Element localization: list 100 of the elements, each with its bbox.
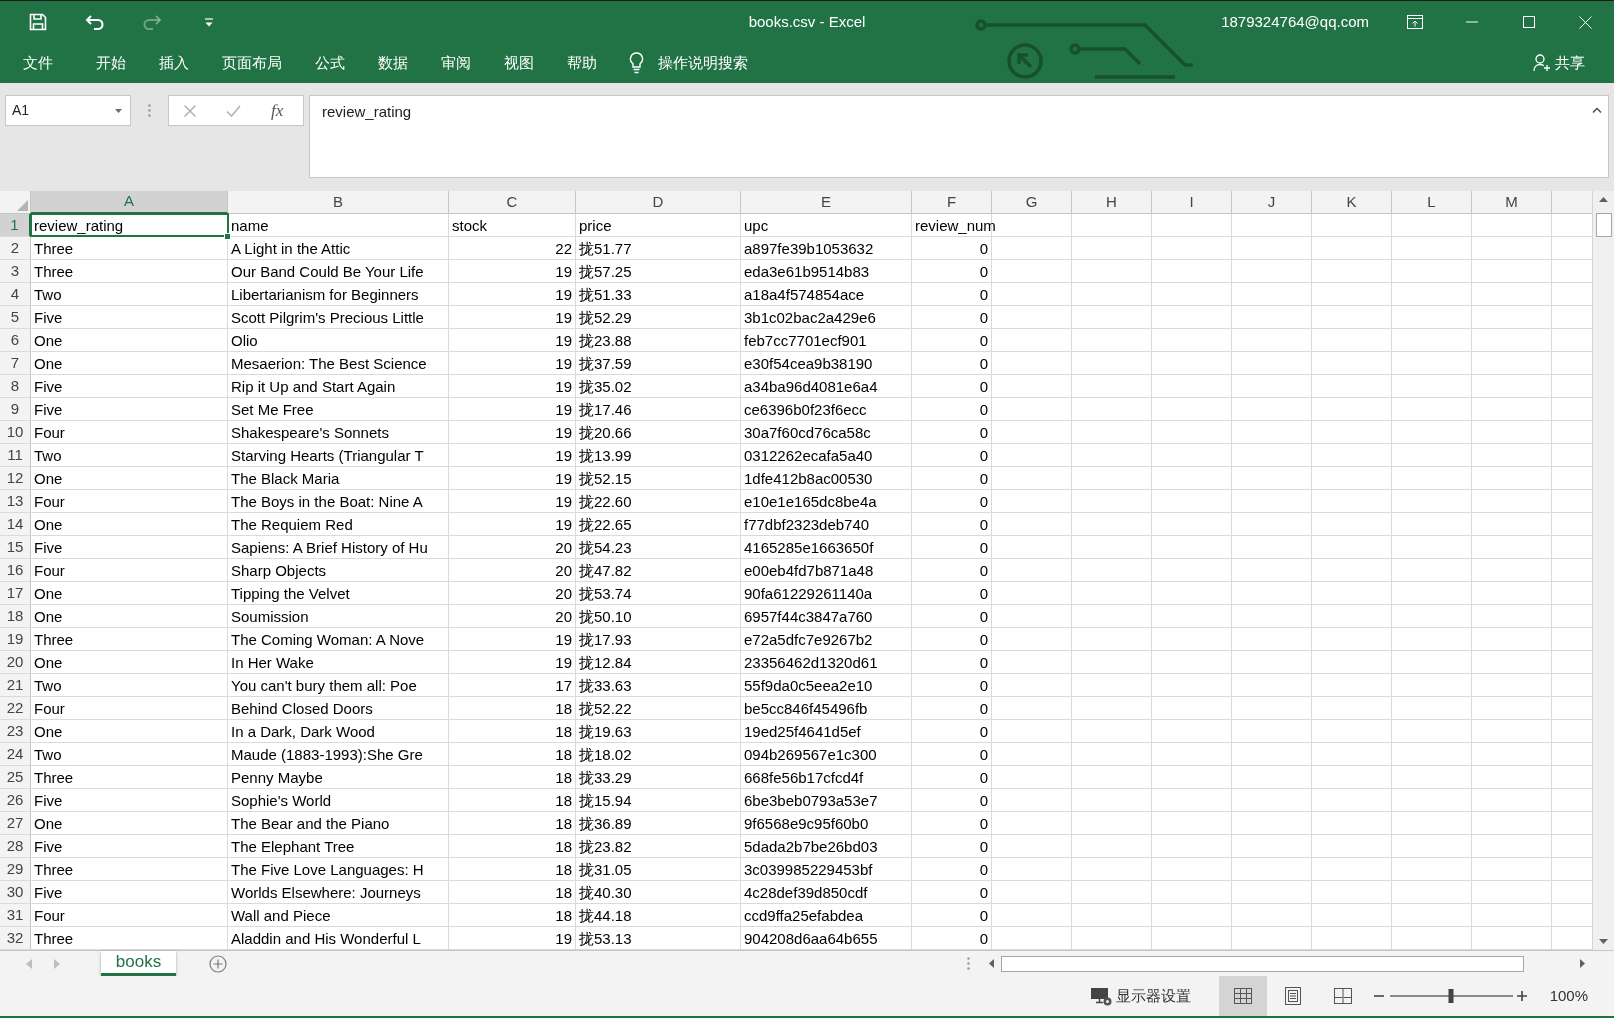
ribbon-tab[interactable]: 帮助	[550, 43, 613, 83]
row-header[interactable]: 13	[0, 490, 31, 512]
ribbon-tab[interactable]: 审阅	[424, 43, 487, 83]
cell-text: 6957f44c3847a760	[744, 608, 873, 624]
chevron-up-icon[interactable]	[1592, 107, 1602, 113]
row-header[interactable]: 29	[0, 858, 31, 880]
scrollbar-thumb[interactable]	[1001, 955, 1524, 972]
insert-function-button[interactable]: fx	[271, 102, 284, 119]
column-header[interactable]: G	[992, 191, 1072, 214]
save-icon[interactable]	[28, 13, 47, 31]
column-header[interactable]: E	[741, 191, 912, 214]
column-header[interactable]: B	[228, 191, 449, 214]
share-button[interactable]: 共享	[1533, 43, 1585, 83]
ribbon-tab[interactable]: 公式	[298, 43, 361, 83]
row-header[interactable]: 17	[0, 582, 31, 604]
ribbon-tab[interactable]: 视图	[487, 43, 550, 83]
display-settings-button[interactable]: 显示器设置	[1089, 976, 1191, 1016]
row-header[interactable]: 11	[0, 444, 31, 466]
account-name[interactable]: 1879324764@qq.com	[1221, 10, 1369, 34]
column-header[interactable]: A	[31, 191, 228, 214]
fill-handle[interactable]	[224, 233, 231, 240]
cell-text: Four	[34, 424, 65, 440]
cell-text: 19	[555, 930, 572, 946]
close-icon[interactable]	[1579, 15, 1592, 29]
scroll-left-icon[interactable]	[988, 959, 994, 968]
cell-text: One	[34, 723, 63, 739]
row-header[interactable]: 31	[0, 904, 31, 926]
ribbon-display-icon[interactable]	[1406, 15, 1423, 29]
cell-text: 拢51.77	[579, 240, 632, 256]
ribbon-tab[interactable]: 数据	[361, 43, 424, 83]
row-header[interactable]: 14	[0, 513, 31, 535]
cell-text: 19	[555, 654, 572, 670]
row-header[interactable]: 5	[0, 306, 31, 328]
cell-text: One	[34, 654, 63, 670]
plus-circle-icon[interactable]	[209, 954, 227, 973]
row-header[interactable]: 21	[0, 674, 31, 696]
dots-icon[interactable]	[148, 104, 151, 117]
formula-input[interactable]: review_rating	[309, 95, 1609, 178]
scroll-up-icon[interactable]	[1599, 197, 1608, 202]
row-header[interactable]: 15	[0, 536, 31, 558]
cell-text: 0312262ecafa5a40	[744, 447, 873, 463]
row-header[interactable]: 30	[0, 881, 31, 903]
row-header[interactable]: 4	[0, 283, 31, 305]
row-header[interactable]: 10	[0, 421, 31, 443]
minus-icon[interactable]	[1373, 995, 1384, 997]
column-header[interactable]: K	[1312, 191, 1392, 214]
row-header[interactable]: 24	[0, 743, 31, 765]
cell-text: 0	[979, 907, 988, 923]
ribbon-tab[interactable]: 开始	[79, 43, 142, 83]
zoom-level-text[interactable]: 100%	[1549, 984, 1588, 1008]
row-header[interactable]: 3	[0, 260, 31, 282]
row-header[interactable]: 28	[0, 835, 31, 857]
row-header[interactable]: 16	[0, 559, 31, 581]
row-header[interactable]: 19	[0, 628, 31, 650]
column-header[interactable]: F	[912, 191, 992, 214]
zoom-slider-thumb[interactable]	[1448, 989, 1454, 1003]
normal-view-button[interactable]	[1218, 976, 1267, 1016]
cell-text: Five	[34, 838, 63, 854]
cell-text: 拢54.23	[579, 539, 632, 555]
column-header[interactable]: M	[1472, 191, 1552, 214]
row-header[interactable]: 26	[0, 789, 31, 811]
row-header[interactable]: 27	[0, 812, 31, 834]
column-header[interactable]: J	[1232, 191, 1312, 214]
column-header[interactable]: D	[576, 191, 741, 214]
row-header[interactable]: 1	[0, 214, 31, 236]
scroll-right-icon[interactable]	[1579, 959, 1585, 968]
row-header[interactable]: 2	[0, 237, 31, 259]
cell-text: 3c039985229453bf	[744, 861, 873, 877]
row-header[interactable]: 12	[0, 467, 31, 489]
undo-icon[interactable]	[84, 14, 105, 30]
row-header[interactable]: 23	[0, 720, 31, 742]
row-header[interactable]: 25	[0, 766, 31, 788]
cell-text: 19	[555, 286, 572, 302]
column-header[interactable]: C	[449, 191, 576, 214]
maximize-icon[interactable]	[1522, 16, 1535, 28]
ribbon-tab[interactable]: 插入	[142, 43, 205, 83]
minimize-icon[interactable]	[1465, 21, 1478, 23]
plus-icon[interactable]	[1516, 991, 1527, 1001]
cell-text: 19	[555, 631, 572, 647]
row-header[interactable]: 18	[0, 605, 31, 627]
column-header[interactable]: I	[1152, 191, 1232, 214]
column-header[interactable]: L	[1392, 191, 1472, 214]
row-header[interactable]: 9	[0, 398, 31, 420]
tell-me-search[interactable]: 操作说明搜索	[629, 43, 748, 83]
row-header[interactable]: 8	[0, 375, 31, 397]
scrollbar-thumb[interactable]	[1595, 213, 1612, 237]
row-header[interactable]: 32	[0, 927, 31, 949]
sheet-tab[interactable]: books	[101, 951, 176, 976]
row-header[interactable]: 20	[0, 651, 31, 673]
scroll-down-icon[interactable]	[1599, 939, 1608, 944]
caret-down-icon[interactable]	[203, 17, 214, 27]
row-header[interactable]: 22	[0, 697, 31, 719]
column-header[interactable]: H	[1072, 191, 1152, 214]
row-header[interactable]: 7	[0, 352, 31, 374]
name-box[interactable]: A1	[5, 95, 131, 126]
check-icon[interactable]	[226, 104, 241, 117]
row-header[interactable]: 6	[0, 329, 31, 351]
ribbon-tab[interactable]: 页面布局	[205, 43, 298, 83]
dots-icon[interactable]	[967, 957, 970, 970]
ribbon-tab[interactable]: 文件	[6, 43, 69, 83]
